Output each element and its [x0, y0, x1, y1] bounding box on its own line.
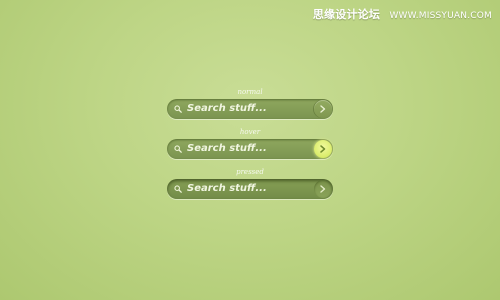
watermark: 思缘设计论坛 WWW.MISSYUAN.COM	[313, 6, 492, 22]
chevron-right-icon	[320, 105, 326, 113]
chevron-right-icon	[320, 145, 326, 153]
searchbar-normal	[167, 99, 333, 119]
searchbar-pressed	[167, 179, 333, 199]
search-input-pressed[interactable]	[187, 179, 305, 199]
state-label-normal: normal	[237, 88, 263, 96]
chevron-right-icon	[320, 185, 326, 193]
watermark-url: WWW.MISSYUAN.COM	[389, 11, 492, 21]
magnifier-icon	[174, 145, 182, 153]
state-label-pressed: pressed	[236, 168, 264, 176]
magnifier-icon	[174, 105, 182, 113]
state-label-hover: hover	[239, 128, 261, 136]
magnifier-icon	[174, 185, 182, 193]
watermark-chinese: 思缘设计论坛	[312, 8, 381, 21]
search-submit-button-pressed[interactable]	[314, 180, 332, 198]
search-input-hover[interactable]	[187, 139, 305, 159]
search-input-normal[interactable]	[187, 99, 305, 119]
searchbar-hover	[167, 139, 333, 159]
search-submit-button-hover[interactable]	[314, 140, 332, 158]
search-submit-button-normal[interactable]	[314, 100, 332, 118]
